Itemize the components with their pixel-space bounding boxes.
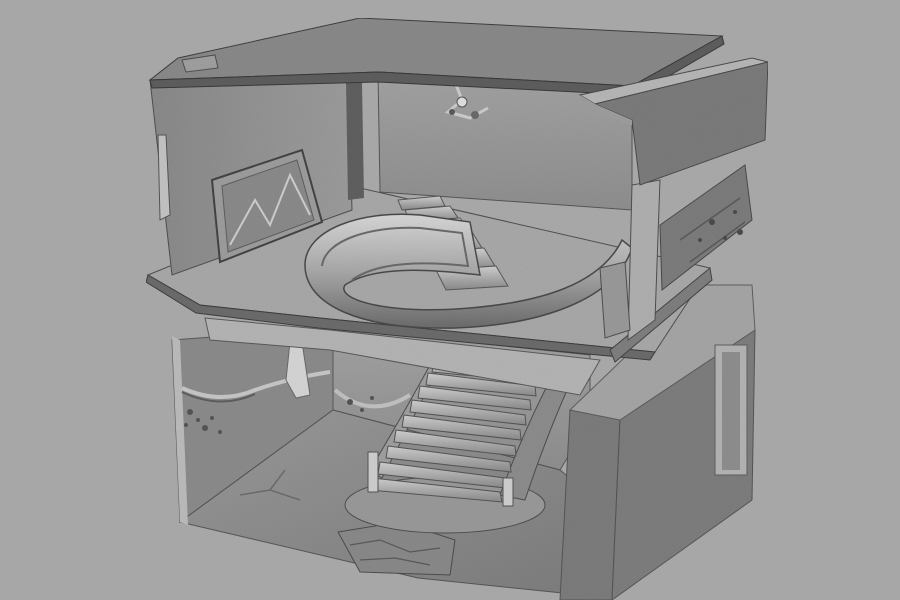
upper-side-cabinet [599,261,631,339]
scanned-dollhouse-model[interactable] [0,0,900,600]
upper-door-opening [346,82,364,200]
lower-right-wall-front [559,409,621,600]
3d-viewport[interactable] [0,0,900,600]
newel-post-right [502,477,514,507]
upper-right-column [627,179,661,342]
newel-post-left [367,451,379,493]
lower-window-inset [722,352,740,470]
